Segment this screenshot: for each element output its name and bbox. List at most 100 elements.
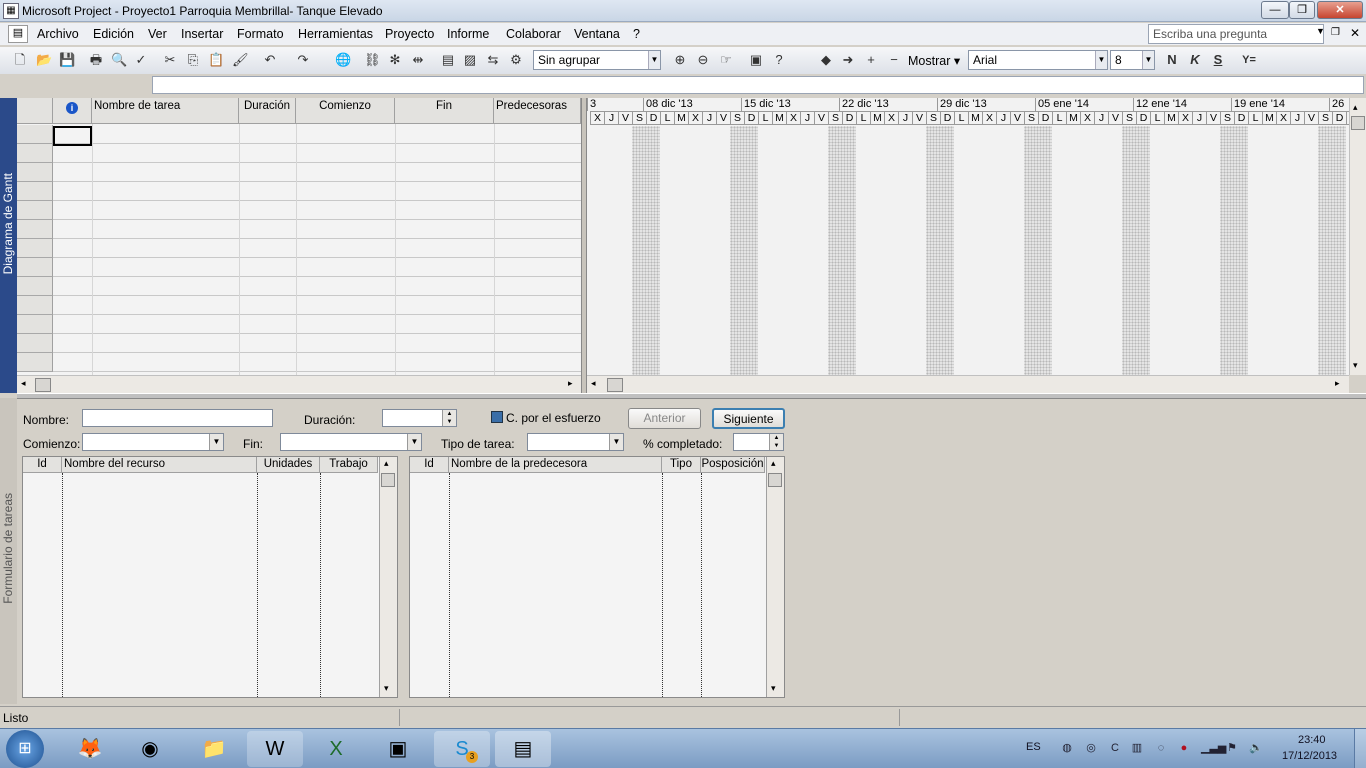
- help-icon[interactable]: ?: [771, 52, 787, 68]
- effort-checkbox[interactable]: [491, 411, 503, 423]
- scroll-left-icon[interactable]: ◂: [591, 378, 596, 389]
- assign-resources-icon[interactable]: ⇆: [485, 52, 501, 68]
- menu-help[interactable]: ?: [633, 27, 640, 41]
- task-type-select[interactable]: ▼: [527, 433, 624, 451]
- form-view-bar[interactable]: Formulario de tareas: [0, 398, 17, 704]
- ccleaner-icon[interactable]: C: [1108, 741, 1122, 755]
- row-header[interactable]: [17, 334, 53, 353]
- scroll-up-icon[interactable]: ▴: [384, 458, 389, 469]
- task-row[interactable]: [17, 125, 581, 144]
- percent-stepper[interactable]: ▲ ▼: [769, 434, 783, 450]
- menu-ventana[interactable]: Ventana: [574, 27, 620, 41]
- language-indicator[interactable]: ES: [1026, 741, 1041, 753]
- flag-icon[interactable]: ⚑: [1225, 741, 1239, 755]
- task-sheet[interactable]: i Nombre de tarea Duración Comienzo Fin …: [17, 98, 581, 375]
- redo-icon[interactable]: ↷: [295, 52, 311, 68]
- chevron-down-icon[interactable]: ▼: [609, 434, 623, 450]
- chevron-down-icon[interactable]: ▼: [1095, 51, 1107, 69]
- explorer-icon[interactable]: 📁: [186, 731, 242, 767]
- security-icon[interactable]: ●: [1177, 741, 1191, 755]
- scroll-thumb[interactable]: [768, 473, 782, 487]
- row-header[interactable]: [17, 277, 53, 296]
- link-tasks-icon[interactable]: ⛓: [364, 52, 381, 68]
- col-header-units[interactable]: Unidades: [257, 457, 320, 473]
- chevron-down-icon[interactable]: ▼: [209, 434, 223, 450]
- print-icon[interactable]: 🖶: [88, 52, 104, 68]
- previous-button[interactable]: Anterior: [628, 408, 701, 429]
- name-input[interactable]: [82, 409, 273, 427]
- select-all-corner[interactable]: [17, 98, 53, 124]
- hide-subtasks-icon[interactable]: −: [886, 52, 902, 68]
- row-header[interactable]: [17, 296, 53, 315]
- scroll-left-icon[interactable]: ◂: [21, 378, 26, 389]
- col-header-resource-id[interactable]: Id: [23, 457, 62, 473]
- chart-vertical-scrollbar[interactable]: ▴ ▾: [1349, 98, 1366, 375]
- row-header[interactable]: [17, 163, 53, 182]
- task-notes-icon[interactable]: ▨: [462, 52, 478, 68]
- menu-edicion[interactable]: Edición: [93, 27, 134, 41]
- start-date-select[interactable]: ▼: [82, 433, 224, 451]
- skype-icon[interactable]: S 3: [434, 731, 490, 767]
- task-row[interactable]: [17, 277, 581, 296]
- task-info-icon[interactable]: ▤: [440, 52, 456, 68]
- print-preview-icon[interactable]: 🔍: [111, 52, 127, 68]
- entry-input[interactable]: [152, 76, 1364, 94]
- tray-app-icon[interactable]: ◍: [1060, 741, 1074, 755]
- terminal-icon[interactable]: ▣: [370, 731, 426, 767]
- arrow-left-icon[interactable]: ◆: [818, 52, 834, 68]
- finish-date-select[interactable]: ▼: [280, 433, 422, 451]
- minimize-button[interactable]: —: [1261, 1, 1289, 19]
- scroll-up-icon[interactable]: ▴: [1353, 102, 1358, 113]
- zoom-out-icon[interactable]: ⊖: [695, 52, 711, 68]
- menu-proyecto[interactable]: Proyecto: [385, 27, 434, 41]
- excel-icon[interactable]: X: [308, 731, 364, 767]
- row-header[interactable]: [17, 315, 53, 334]
- word-icon[interactable]: W: [247, 731, 303, 767]
- row-header[interactable]: [17, 182, 53, 201]
- filter-button[interactable]: Y=: [1238, 52, 1260, 68]
- italic-button[interactable]: K: [1187, 52, 1203, 68]
- task-row[interactable]: [17, 201, 581, 220]
- paste-icon[interactable]: 📋: [208, 52, 224, 68]
- doc-close-icon[interactable]: ✕: [1350, 26, 1360, 40]
- project-app-icon[interactable]: ▦: [3, 3, 19, 19]
- selected-cell[interactable]: [53, 126, 92, 146]
- col-header-start[interactable]: Comienzo: [296, 98, 395, 124]
- cut-icon[interactable]: ✂: [162, 52, 178, 68]
- avast-icon[interactable]: ◎: [1084, 741, 1098, 755]
- task-row[interactable]: [17, 258, 581, 277]
- col-header-lag[interactable]: Posposición: [701, 457, 765, 473]
- resources-grid[interactable]: Id Nombre del recurso Unidades Trabajo ▴…: [22, 456, 398, 698]
- close-button[interactable]: ✕: [1317, 1, 1363, 19]
- task-row[interactable]: [17, 353, 581, 372]
- unlink-tasks-icon[interactable]: ✻: [387, 52, 403, 68]
- row-header[interactable]: [17, 258, 53, 277]
- signal-icon[interactable]: ▁▃▅: [1201, 741, 1226, 755]
- task-row[interactable]: [17, 239, 581, 258]
- open-icon[interactable]: 📂: [36, 52, 52, 68]
- row-header[interactable]: [17, 201, 53, 220]
- publish-icon[interactable]: ⚙: [508, 52, 524, 68]
- col-header-finish[interactable]: Fin: [395, 98, 494, 124]
- duration-input[interactable]: ▲ ▼: [382, 409, 457, 427]
- next-button[interactable]: Siguiente: [712, 408, 785, 429]
- project-taskbar-icon[interactable]: ▤: [495, 731, 551, 767]
- row-header[interactable]: [17, 353, 53, 372]
- zoom-in-icon[interactable]: ⊕: [672, 52, 688, 68]
- save-icon[interactable]: 💾: [59, 52, 75, 68]
- menu-ver[interactable]: Ver: [148, 27, 167, 41]
- volume-icon[interactable]: 🔈: [1249, 741, 1263, 755]
- format-painter-icon[interactable]: 🖌: [232, 52, 249, 68]
- duration-stepper[interactable]: ▲ ▼: [442, 410, 456, 426]
- col-header-task-name[interactable]: Nombre de tarea: [92, 98, 239, 124]
- col-header-predecessor-id[interactable]: Id: [410, 457, 449, 473]
- scroll-right-icon[interactable]: ▸: [568, 378, 573, 389]
- scroll-to-task-icon[interactable]: ☞: [718, 52, 734, 68]
- group-by-select[interactable]: Sin agrupar ▼: [533, 50, 661, 70]
- copy-icon[interactable]: ⎘: [185, 52, 201, 68]
- task-row[interactable]: [17, 182, 581, 201]
- col-header-duration[interactable]: Duración: [239, 98, 296, 124]
- scroll-thumb[interactable]: [1351, 116, 1365, 130]
- col-header-work[interactable]: Trabajo: [320, 457, 378, 473]
- scroll-right-icon[interactable]: ▸: [1335, 378, 1340, 389]
